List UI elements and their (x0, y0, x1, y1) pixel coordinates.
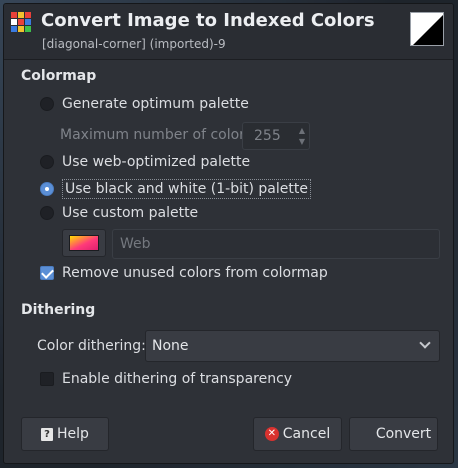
spin-arrows-icon[interactable]: ▲ ▼ (299, 125, 305, 147)
dialog-title: Convert Image to Indexed Colors (41, 10, 375, 31)
checkbox-label: Remove unused colors from colormap (62, 265, 328, 281)
radio-label: Use web-optimized palette (62, 154, 251, 170)
cancel-icon: ✕ (264, 427, 279, 441)
remove-unused-checkbox[interactable]: Remove unused colors from colormap (40, 265, 328, 281)
palette-swatch-icon (69, 235, 99, 251)
image-preview-thumbnail (410, 12, 444, 46)
palette-chooser-button[interactable] (62, 229, 106, 257)
max-colors-value[interactable]: 255 (254, 128, 281, 144)
max-colors-label: Maximum number of colors: (60, 127, 257, 143)
chevron-down-icon[interactable] (419, 337, 431, 349)
radio-web-optimized[interactable]: Use web-optimized palette (40, 154, 250, 170)
radio-custom-palette[interactable]: Use custom palette (40, 205, 198, 221)
radio-black-white[interactable]: Use black and white (1-bit) palette (40, 179, 311, 199)
radio-indicator[interactable] (40, 182, 54, 196)
dialog-subtitle: [diagonal-corner] (imported)-9 (42, 37, 226, 51)
radio-label: Generate optimum palette (62, 96, 249, 112)
checkbox-indicator[interactable] (40, 266, 54, 280)
checkbox-indicator[interactable] (40, 372, 54, 386)
convert-button[interactable]: Convert (349, 417, 438, 451)
help-button[interactable]: ? Help (21, 417, 109, 451)
help-button-label: Help (57, 426, 89, 442)
color-dithering-combo[interactable]: None (145, 330, 440, 362)
max-colors-label-row: Maximum number of colors: (60, 127, 257, 143)
radio-label: Use black and white (1-bit) palette (62, 179, 311, 199)
help-icon: ? (41, 427, 54, 441)
color-dithering-label: Color dithering: (37, 338, 146, 354)
radio-indicator[interactable] (40, 97, 54, 111)
checkbox-label: Enable dithering of transparency (62, 371, 293, 387)
radio-label: Use custom palette (62, 205, 199, 221)
convert-indexed-dialog: Convert Image to Indexed Colors [diagona… (3, 3, 454, 464)
max-colors-spinbutton[interactable]: 255 ▲ ▼ (242, 122, 310, 150)
cancel-button[interactable]: ✕ Cancel (253, 417, 342, 451)
cancel-button-label: Cancel (282, 426, 331, 442)
combo-value: None (152, 338, 189, 354)
convert-icon (356, 426, 372, 442)
dialog-header: Convert Image to Indexed Colors [diagona… (4, 4, 453, 60)
radio-generate-optimum[interactable]: Generate optimum palette (40, 96, 249, 112)
colormap-section-title: Colormap (21, 68, 97, 84)
custom-palette-field[interactable]: Web (112, 229, 440, 259)
dithering-section-title: Dithering (21, 302, 96, 318)
convert-button-label: Convert (375, 426, 432, 442)
app-indexed-icon (11, 12, 31, 32)
dither-transparency-checkbox[interactable]: Enable dithering of transparency (40, 371, 292, 387)
radio-indicator[interactable] (40, 155, 54, 169)
radio-indicator[interactable] (40, 206, 54, 220)
